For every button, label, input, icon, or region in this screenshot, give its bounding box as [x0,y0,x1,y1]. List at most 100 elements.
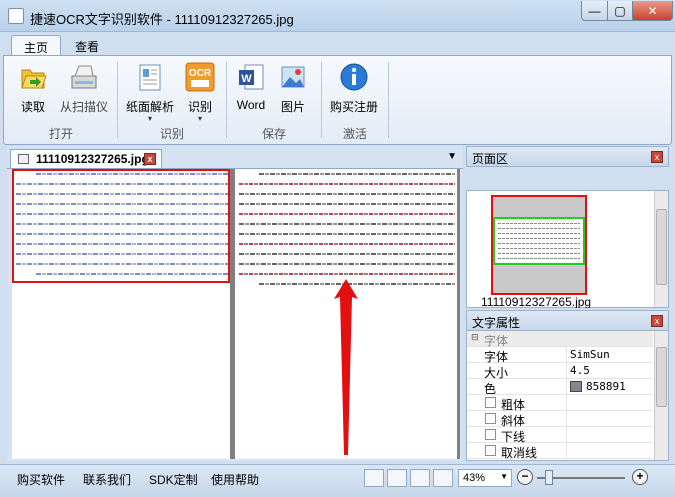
text-line [239,223,455,225]
sdk-custom-link[interactable]: SDK定制 [149,471,198,488]
scrollbar-thumb[interactable] [656,209,667,285]
page-parse-button[interactable]: 纸面解析 ▾ [123,62,177,123]
window-title: 捷速OCR文字识别软件 - 11110912327265.jpg [30,12,294,27]
scanner-icon [69,62,99,92]
tab-view[interactable]: 查看 [63,35,111,56]
ribbon-group-recognize: 纸面解析 ▾ OCR 识别 ▾ 识别 [120,58,224,142]
divider [566,363,567,379]
image-viewer[interactable] [12,169,460,459]
zoom-value: 43% [463,472,486,484]
divider [566,443,567,459]
collapse-icon[interactable]: ⊟ [471,332,479,343]
page-parse-label: 纸面解析 [125,100,174,114]
help-link[interactable]: 使用帮助 [211,471,259,488]
divider [566,379,567,395]
svg-text:W: W [241,73,252,85]
property-row-color[interactable]: 色 858891 [467,379,653,396]
picture-button[interactable]: 图片 [275,62,311,115]
text-line [498,258,580,259]
text-line [498,233,580,234]
property-row-underline[interactable]: 下线 [467,427,653,444]
read-button[interactable]: 读取 [16,62,50,115]
ribbon-separator [321,62,322,138]
zoom-slider-thumb[interactable] [545,470,553,485]
read-label: 读取 [20,100,45,114]
property-row-bold[interactable]: 粗体 [467,395,653,412]
close-icon[interactable]: x [651,315,663,327]
text-line [239,273,455,275]
tab-home[interactable]: 主页 [11,35,62,56]
buy-register-button[interactable]: 购买注册 [326,62,382,115]
status-bar: 购买软件 联系我们 SDK定制 使用帮助 43% ▼ − + [0,464,675,497]
property-row-font[interactable]: 字体 SimSun [467,347,653,364]
buy-register-label: 购买注册 [329,100,378,114]
property-value[interactable]: SimSun [570,348,610,361]
page-layout-icon [135,62,165,92]
bold-checkbox[interactable] [485,397,496,408]
right-pane: 页面区 x 11110912327265.jpg 文字属性 x ⊟ 字体 字体 … [466,146,669,461]
word-button[interactable]: W Word [233,62,269,112]
close-icon[interactable]: x [651,151,663,163]
document-dropdown-icon[interactable]: ▼ [447,151,457,162]
text-line [239,243,455,245]
property-row-strikethrough[interactable]: 取消线 [467,443,653,460]
italic-checkbox[interactable] [485,413,496,424]
scanner-label: 从扫描仪 [59,100,108,114]
property-grid: ⊟ 字体 字体 SimSun 大小 4.5 色 858891 粗体 斜体 下线 … [466,330,669,461]
underline-checkbox[interactable] [485,429,496,440]
fit-page-icon[interactable] [364,469,384,487]
recognize-button[interactable]: OCR 识别 ▾ [180,62,220,123]
document-tab[interactable]: 11110912327265.jpg x [10,149,162,168]
divider [566,427,567,443]
property-value[interactable]: 4.5 [570,364,590,377]
text-line [239,253,455,255]
thumbnail-scrollbar[interactable] [654,191,668,307]
picture-view-icon[interactable] [387,469,407,487]
zoom-out-icon[interactable]: − [517,469,533,485]
text-line [259,173,455,175]
ribbon-separator [388,62,389,138]
minimize-button[interactable]: — [581,1,608,21]
text-line [498,228,580,229]
chevron-down-icon: ▾ [197,114,202,123]
chevron-down-icon: ▼ [500,472,508,481]
thumbnail-caption: 11110912327265.jpg [481,295,592,308]
page-thumbnail-panel: 11110912327265.jpg [466,190,669,308]
ribbon-group-open: 读取 从扫描仪 打开 [8,58,114,142]
folder-open-icon [18,62,48,92]
maximize-button[interactable]: ▢ [607,1,633,21]
selected-region-box[interactable] [12,169,230,283]
picture-label: 图片 [280,100,305,114]
property-row-italic[interactable]: 斜体 [467,411,653,428]
property-row-size[interactable]: 大小 4.5 [467,363,653,380]
arrow-icon [334,279,358,455]
buy-software-link[interactable]: 购买软件 [17,471,65,488]
color-swatch[interactable] [570,381,582,392]
ribbon-group-activate: 购买注册 激活 [324,58,386,142]
close-icon[interactable]: x [144,153,156,165]
text-line [239,213,455,215]
property-scrollbar[interactable] [654,331,668,460]
zoom-in-icon[interactable]: + [632,469,648,485]
scanner-button[interactable]: 从扫描仪 [58,62,110,115]
group-label-recognize: 识别 [159,127,184,141]
document-tab-title: 11110912327265.jpg [36,152,149,166]
text-line [498,223,580,224]
thumbnail-viewport-box[interactable] [493,217,585,265]
close-button[interactable]: ✕ [632,1,673,21]
ocr-icon-text: OCR [189,68,212,79]
contact-us-link[interactable]: 联系我们 [83,471,131,488]
split-view-icon[interactable] [433,469,453,487]
text-line [239,233,455,235]
title-bar: 捷速OCR文字识别软件 - 11110912327265.jpg — ▢ ✕ [0,0,675,32]
property-value[interactable]: 858891 [586,380,626,393]
zoom-select[interactable]: 43% ▼ [458,469,512,487]
text-view-icon[interactable] [410,469,430,487]
strikethrough-checkbox[interactable] [485,445,496,456]
recognize-label: 识别 [187,100,212,114]
scrollbar-thumb[interactable] [656,347,667,407]
property-category[interactable]: ⊟ 字体 [467,331,653,348]
image-file-icon [18,154,29,164]
chevron-down-icon: ▾ [147,114,152,123]
word-label: Word [236,98,266,112]
